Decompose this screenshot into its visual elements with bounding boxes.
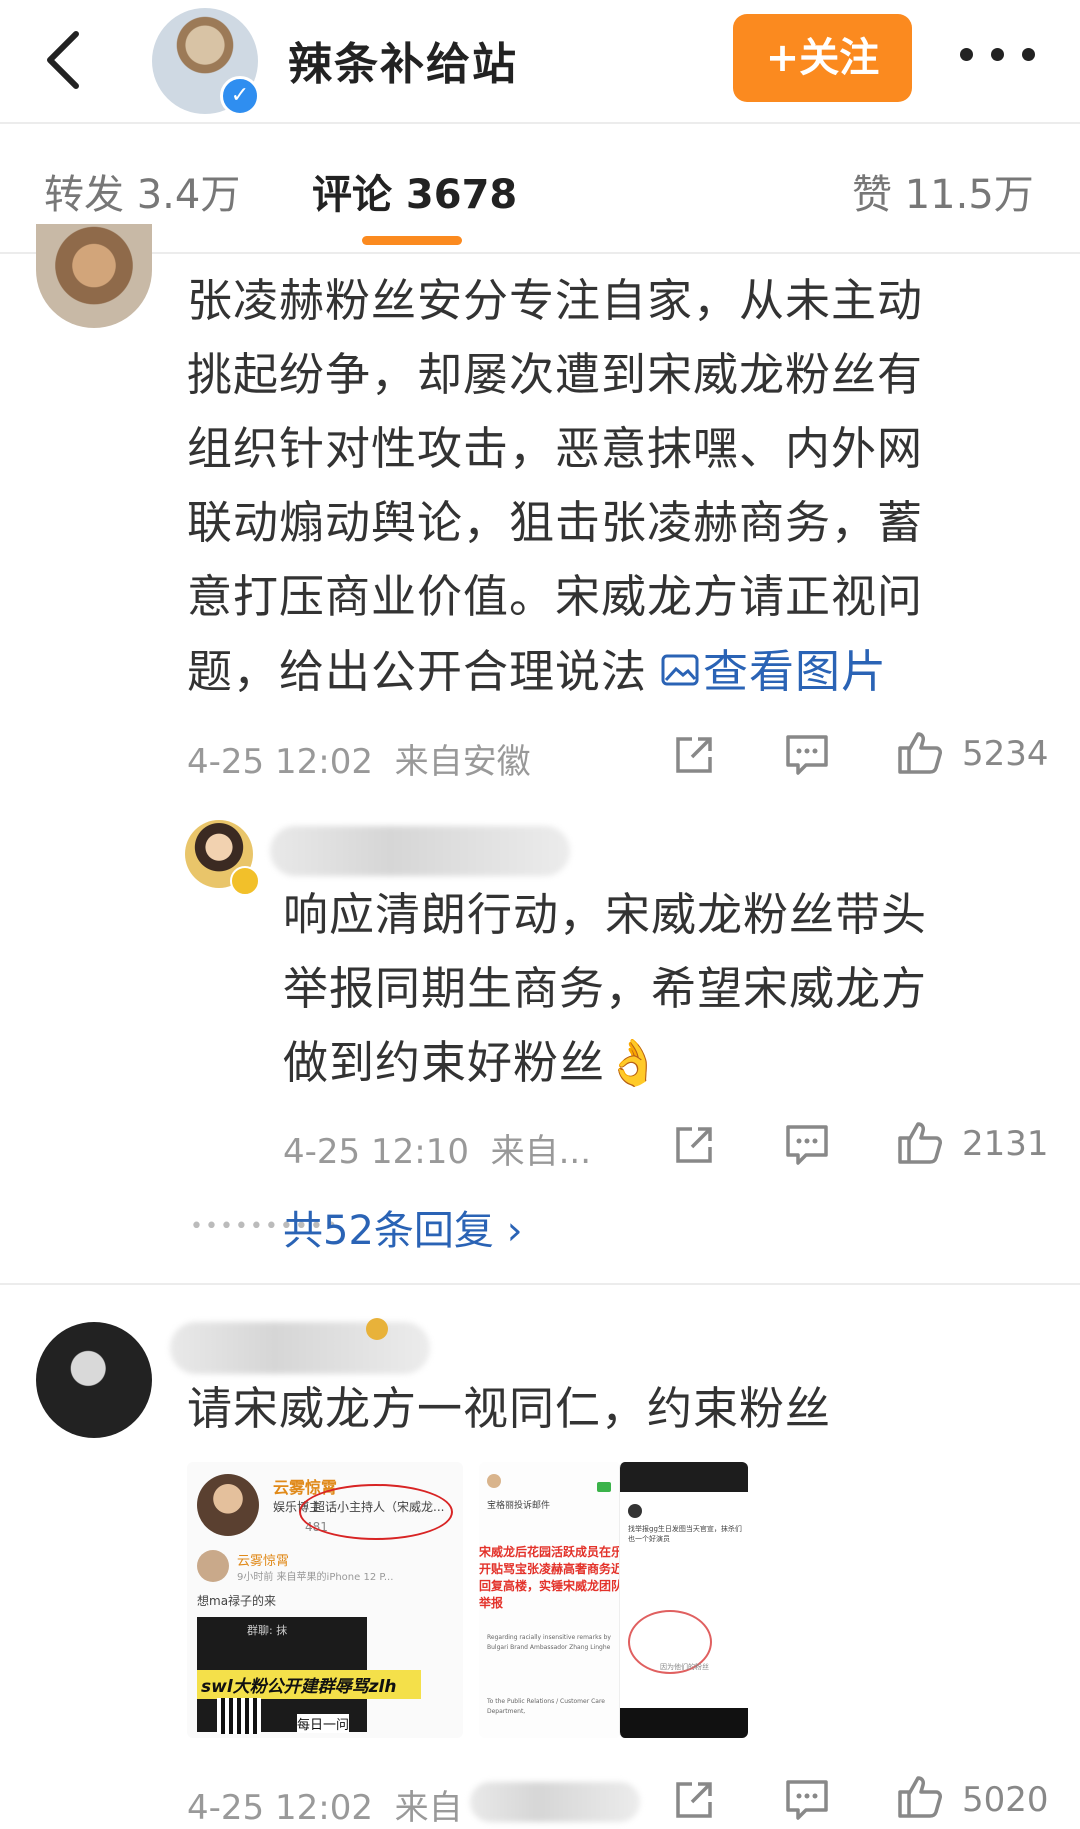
like-count: 5020 (962, 1780, 1049, 1820)
image-text: 找举报gg生日发图当天官宣，抹杀们也一个好演员 (628, 1525, 742, 1543)
comment-icon[interactable] (784, 1123, 830, 1167)
back-arrow-icon[interactable] (38, 28, 88, 92)
member-badge-icon (230, 866, 260, 896)
tab-comments[interactable]: 评论 3678 (312, 162, 517, 220)
image-avatar (487, 1474, 501, 1488)
image-header-dark (620, 1462, 748, 1492)
comment-icon[interactable] (784, 1778, 830, 1822)
like-icon[interactable] (896, 728, 944, 776)
comment-icon[interactable] (784, 733, 830, 777)
image-text: 9小时前 来自苹果的iPhone 12 P... (237, 1572, 394, 1583)
more-icon[interactable] (960, 46, 1060, 68)
comment-image[interactable]: 宝格丽投诉邮件 宋威龙后花园活跃成员在乐子组 开贴骂宝张凌赫高奢商务近400 回… (479, 1462, 621, 1738)
image-text: Regarding racially insensitive remarks b… (487, 1634, 611, 1641)
tab-active-indicator (362, 236, 462, 245)
location-blurred (470, 1782, 640, 1822)
follow-button[interactable]: +关注 (733, 14, 912, 102)
reply-time: 4-25 12:10 来自... (283, 1132, 592, 1172)
comment-text: 张凌赫粉丝安分专注自家，从未主动 挑起纷争，却屡次遭到宋威龙粉丝有 组织针对性攻… (187, 264, 1027, 716)
image-text: Department, (487, 1708, 526, 1715)
verified-icon: ✓ (220, 76, 260, 116)
image-text: 云雾惊霄 (237, 1554, 290, 1569)
commenter-username-blurred[interactable] (170, 1322, 430, 1374)
qr-code (217, 1698, 261, 1734)
reply-username-blurred[interactable] (270, 826, 570, 876)
comment-time: 4-25 12:02 来自 (187, 1788, 463, 1828)
share-icon[interactable] (672, 1778, 716, 1822)
image-text: 群聊: 抹 (247, 1624, 288, 1637)
commenter-avatar[interactable] (36, 1322, 152, 1438)
tab-reposts[interactable]: 转发 3.4万 (44, 162, 240, 220)
like-count: 2131 (962, 1124, 1049, 1164)
image-text: 因为他们的粉丝 (660, 1663, 709, 1671)
image-avatar (628, 1504, 642, 1518)
comment-image[interactable]: 云雾惊霄 娱乐博主 超话小主持人（宋威龙... 481 云雾惊霄 9小时前 来自… (187, 1462, 463, 1738)
reply-text: 响应清朗行动，宋威龙粉丝带头 举报同期生商务，希望宋威龙方 做到约束好粉丝👌 (283, 888, 928, 1089)
member-badge-icon (366, 1318, 388, 1340)
like-icon[interactable] (896, 1118, 944, 1166)
comment-image[interactable]: 找举报gg生日发图当天官宣，抹杀们也一个好演员 因为他们的粉丝 (619, 1462, 748, 1738)
commenter-avatar[interactable] (36, 224, 152, 328)
image-text: To the Public Relations / Customer Care (487, 1698, 605, 1705)
image-footer-dark (620, 1708, 748, 1738)
image-caption: swl大粉公开建群辱骂zlh (197, 1670, 421, 1699)
image-text: 想ma禄子的来 (197, 1594, 277, 1608)
comment-text: 请宋威龙方一视同仁，约束粉丝 (187, 1382, 832, 1435)
tabs-divider (0, 252, 1080, 254)
image-icon (661, 634, 699, 708)
image-text: 宝格丽投诉邮件 (487, 1501, 551, 1511)
red-circle-annotation (299, 1484, 453, 1540)
image-text: 每日一问 (297, 1714, 350, 1733)
share-icon[interactable] (672, 733, 716, 777)
like-count: 5234 (962, 734, 1049, 774)
account-name[interactable]: 辣条补给站 (288, 28, 518, 92)
comment-divider (0, 1283, 1080, 1285)
more-replies-link[interactable]: 共52条回复 › (283, 1198, 523, 1256)
image-avatar (197, 1474, 259, 1536)
like-icon[interactable] (896, 1772, 944, 1820)
image-red-text: 宋威龙后花园活跃成员在乐子组 开贴骂宝张凌赫高奢商务近400 回复高楼，实锤宋威… (479, 1545, 621, 1610)
badge-green (597, 1482, 611, 1492)
tab-likes[interactable]: 赞 11.5万 (852, 162, 1034, 220)
view-image-link[interactable]: 查看图片 (647, 645, 887, 698)
image-text: Bulgari Brand Ambassador Zhang Linghe (487, 1644, 611, 1651)
image-avatar (197, 1550, 229, 1582)
share-icon[interactable] (672, 1123, 716, 1167)
header-divider (0, 122, 1080, 124)
comment-time: 4-25 12:02 来自安徽 (187, 742, 531, 782)
